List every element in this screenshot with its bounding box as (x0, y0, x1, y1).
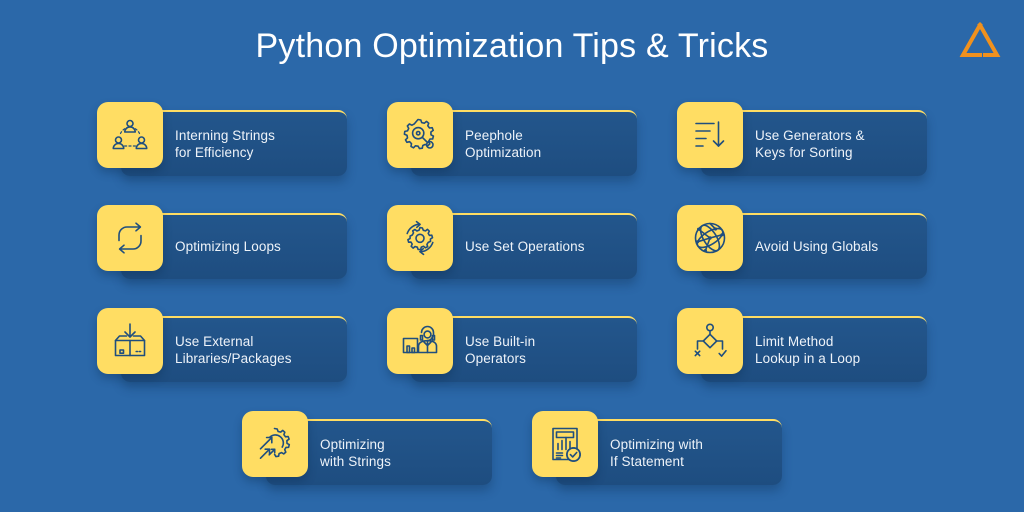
tip-card-label: Use Set Operations (465, 215, 627, 279)
tip-card[interactable]: Use Set Operations (387, 205, 637, 287)
package-download-icon (97, 308, 163, 374)
tip-card-label: Limit Method Lookup in a Loop (755, 318, 917, 382)
tip-card-line: Avoid Using Globals (755, 239, 879, 255)
tip-card-line: Lookup in a Loop (755, 351, 861, 366)
tip-card[interactable]: Avoid Using Globals (677, 205, 927, 287)
tip-card[interactable]: Limit Method Lookup in a Loop (677, 308, 927, 390)
tip-card-label: Use Generators & Keys for Sorting (755, 112, 917, 176)
tip-card[interactable]: Use Generators & Keys for Sorting (677, 102, 927, 184)
tip-card[interactable]: Use External Libraries/Packages (97, 308, 347, 390)
tip-card[interactable]: Use Built-in Operators (387, 308, 637, 390)
tip-card-label: Peephole Optimization (465, 112, 627, 176)
tip-card-line: Optimizing (320, 436, 385, 452)
decision-flowchart-icon (677, 308, 743, 374)
tip-card-line: Peephole (465, 127, 523, 143)
tips-row: Use External Libraries/Packages Use Buil… (0, 308, 1024, 394)
tip-card[interactable]: Optimizing Loops (97, 205, 347, 287)
header: Python Optimization Tips & Tricks (0, 0, 1024, 90)
tip-card-line: with Strings (320, 454, 391, 469)
tip-card-line: for Efficiency (175, 145, 254, 160)
tip-card-line: Keys for Sorting (755, 145, 853, 160)
tip-card-label: Optimizing Loops (175, 215, 337, 279)
tips-row: Interning Strings for Efficiency Peephol… (0, 102, 1024, 188)
tip-card-line: Libraries/Packages (175, 351, 292, 366)
tip-card-line: Limit Method (755, 333, 834, 349)
triangle-logo-icon (958, 20, 1002, 60)
tips-grid: Interning Strings for Efficiency Peephol… (0, 90, 1024, 510)
tip-card-line: If Statement (610, 454, 684, 469)
tip-card[interactable]: Interning Strings for Efficiency (97, 102, 347, 184)
gear-refresh-icon (387, 205, 453, 271)
loop-arrows-icon (97, 205, 163, 271)
tip-card-line: Interning Strings (175, 127, 276, 143)
globe-network-icon (677, 205, 743, 271)
tip-card-line: Use Generators & (755, 127, 865, 143)
gear-arrows-icon (242, 411, 308, 477)
tip-card-label: Interning Strings for Efficiency (175, 112, 337, 176)
tip-card-label: Avoid Using Globals (755, 215, 917, 279)
tip-card-line: Operators (465, 351, 526, 366)
tip-card-line: Use Set Operations (465, 239, 585, 255)
tip-card[interactable]: Optimizing with Strings (242, 411, 492, 493)
tip-card-line: Optimization (465, 145, 542, 160)
tips-row: Optimizing Loops Use Set Operations Avoi… (0, 205, 1024, 291)
tip-card-line: Use External (175, 333, 254, 349)
tip-card-label: Optimizing with If Statement (610, 421, 772, 485)
tip-card[interactable]: Peephole Optimization (387, 102, 637, 184)
tip-card-line: Use Built-in (465, 333, 536, 349)
infographic-poster: Python Optimization Tips & Tricks Intern… (0, 0, 1024, 512)
headset-operator-icon (387, 308, 453, 374)
tip-card-label: Optimizing with Strings (320, 421, 482, 485)
tips-row: Optimizing with Strings Optimizing with … (0, 411, 1024, 497)
gear-magnifier-icon (387, 102, 453, 168)
report-check-icon (532, 411, 598, 477)
page-title: Python Optimization Tips & Tricks (255, 27, 769, 65)
people-network-icon (97, 102, 163, 168)
tip-card[interactable]: Optimizing with If Statement (532, 411, 782, 493)
tip-card-line: Optimizing with (610, 436, 704, 452)
tip-card-line: Optimizing Loops (175, 239, 281, 255)
tip-card-label: Use Built-in Operators (465, 318, 627, 382)
sort-descending-icon (677, 102, 743, 168)
tip-card-label: Use External Libraries/Packages (175, 318, 337, 382)
